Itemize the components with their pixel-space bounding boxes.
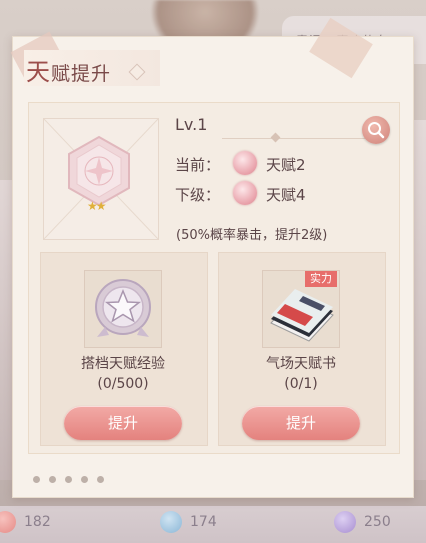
resource-purple-value: 250 — [364, 514, 391, 530]
rank-badge: 实力 — [305, 271, 337, 287]
page-dot[interactable] — [97, 476, 104, 483]
upgrade-button-partner-exp[interactable]: 提升 — [64, 406, 182, 440]
blue-gem-icon — [160, 511, 182, 533]
purple-gem-icon — [334, 511, 356, 533]
next-label: 下级： — [175, 186, 221, 204]
crit-note: (50%概率暴击，提升2级) — [176, 228, 328, 243]
panel-title: 天赋提升 — [26, 58, 112, 86]
current-label: 当前： — [175, 156, 221, 174]
page-dot[interactable] — [49, 476, 56, 483]
page-dot[interactable] — [81, 476, 88, 483]
search-icon[interactable] — [362, 116, 390, 144]
page-dot[interactable] — [33, 476, 40, 483]
option-name: 搭档天赋经验 — [81, 356, 165, 372]
option-count: (0/500) — [97, 376, 149, 392]
level-label: Lv.1 — [175, 115, 208, 134]
red-gem-icon — [0, 511, 16, 533]
next-value: 天赋4 — [266, 186, 306, 204]
rarity-stars: ★★ — [87, 199, 106, 213]
divider — [222, 138, 378, 139]
talent-gem-icon — [68, 135, 130, 207]
talent-gem-icon — [233, 151, 257, 175]
option-count: (0/1) — [284, 376, 318, 392]
option-name: 气场天赋书 — [266, 356, 336, 372]
resource-red: 182 — [0, 510, 51, 534]
upgrade-button-aura-book[interactable]: 提升 — [242, 406, 360, 440]
current-value: 天赋2 — [266, 156, 306, 174]
resource-blue-value: 174 — [190, 514, 217, 530]
resource-blue: 174 — [160, 510, 217, 534]
star-medal-icon[interactable] — [84, 270, 162, 348]
resource-purple: 250 — [334, 510, 391, 534]
page-dot[interactable] — [65, 476, 72, 483]
talent-gem-icon — [233, 181, 257, 205]
page-indicator[interactable] — [33, 476, 104, 483]
resource-red-value: 182 — [24, 514, 51, 530]
